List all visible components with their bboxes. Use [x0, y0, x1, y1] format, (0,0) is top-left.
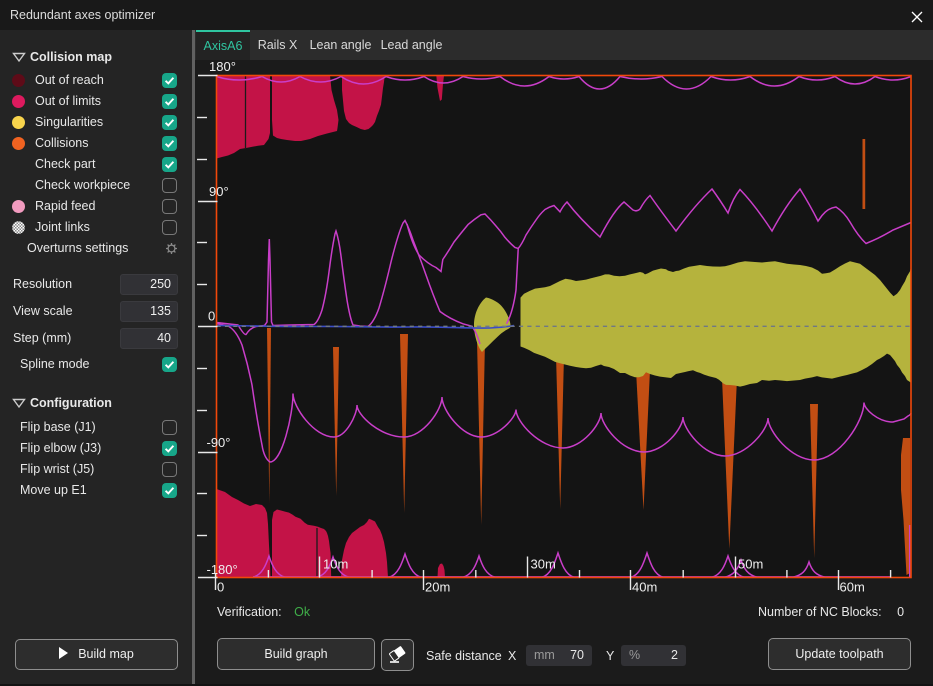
svg-text:40m: 40m — [632, 580, 657, 595]
svg-text:10m: 10m — [323, 557, 348, 572]
svg-text:-90°: -90° — [207, 435, 231, 450]
svg-text:20m: 20m — [425, 580, 450, 595]
svg-text:60m: 60m — [840, 580, 865, 595]
svg-text:180°: 180° — [209, 60, 236, 74]
svg-text:0: 0 — [217, 580, 224, 595]
svg-text:50m: 50m — [738, 557, 763, 572]
svg-text:30m: 30m — [531, 557, 556, 572]
svg-text:0: 0 — [208, 309, 215, 324]
svg-text:-180°: -180° — [207, 562, 238, 577]
svg-text:90°: 90° — [209, 184, 229, 199]
